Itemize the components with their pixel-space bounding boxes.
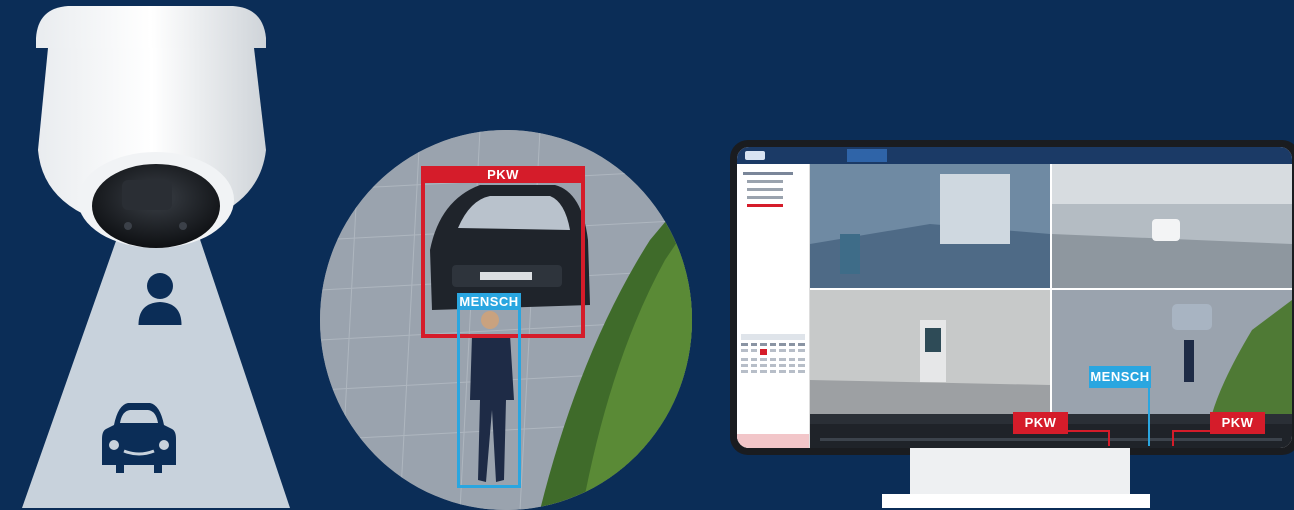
sidebar-item[interactable] xyxy=(747,188,783,191)
sidebar-header xyxy=(743,172,793,175)
car-marker-line-right-vertical xyxy=(1172,430,1174,446)
camera-tile-4[interactable] xyxy=(1052,290,1292,414)
car-marker-line-right xyxy=(1172,430,1212,432)
brand-logo xyxy=(745,151,765,160)
camera-tile-1[interactable] xyxy=(810,164,1050,288)
search-button[interactable] xyxy=(737,434,809,448)
person-icon xyxy=(138,273,182,325)
sidebar-item[interactable] xyxy=(747,180,783,183)
person-marker-line xyxy=(1148,388,1150,446)
detection-scene: PKW MENSCH xyxy=(320,130,692,510)
camera-grid xyxy=(810,164,1292,414)
nvr-top-bar xyxy=(737,147,1292,164)
car-marker-line-left xyxy=(1068,430,1110,432)
camera-tile-2[interactable] xyxy=(1052,164,1292,288)
nvr-sidebar xyxy=(737,164,810,448)
active-tab[interactable] xyxy=(847,149,887,162)
dome-camera-icon xyxy=(36,6,266,248)
car-marker-line-left-vertical xyxy=(1108,430,1110,446)
person-detection-box: MENSCH xyxy=(457,293,521,488)
sidebar-item-active[interactable] xyxy=(747,204,783,207)
monitor-base xyxy=(882,494,1150,508)
sidebar-item[interactable] xyxy=(747,196,783,199)
car-icon xyxy=(102,403,176,473)
monitor-stand xyxy=(910,448,1130,494)
car-event-label-left: PKW xyxy=(1013,412,1068,434)
person-event-label: MENSCH xyxy=(1089,366,1151,388)
calendar[interactable] xyxy=(741,334,805,404)
nvr-screen xyxy=(737,147,1292,448)
car-detection-label: PKW xyxy=(421,166,585,183)
car-event-label-right: PKW xyxy=(1210,412,1265,434)
person-detection-label: MENSCH xyxy=(457,293,521,310)
camera-tile-3[interactable] xyxy=(810,290,1050,414)
